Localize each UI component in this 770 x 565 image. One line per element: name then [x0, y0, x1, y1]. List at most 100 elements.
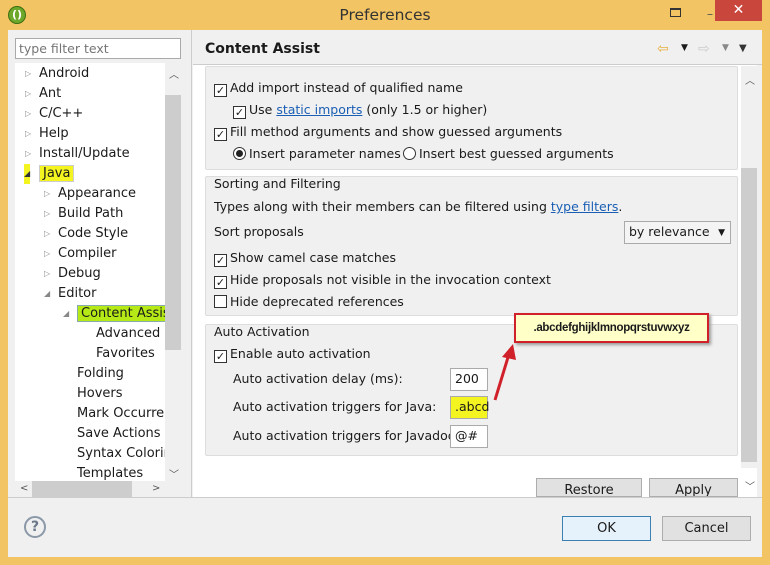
java-triggers-input[interactable]: .abcd	[450, 396, 489, 419]
close-button[interactable]: ✕	[715, 0, 762, 21]
label: Show camel case matches	[230, 250, 396, 265]
splitter[interactable]	[191, 30, 192, 497]
content-scroll-thumb[interactable]	[741, 168, 757, 462]
scroll-up-icon[interactable]: ︿	[745, 72, 755, 87]
collapsed-triangle-icon[interactable]: ▷	[44, 224, 50, 244]
hide-not-visible-checkbox[interactable]: ✓ Hide proposals not visible in the invoc…	[214, 272, 551, 289]
scroll-up-icon[interactable]: ︿	[169, 66, 179, 81]
collapsed-triangle-icon[interactable]: ▷	[44, 244, 50, 264]
help-icon[interactable]: ?	[24, 516, 46, 538]
label: Add import instead of qualified name	[230, 80, 463, 95]
expanded-triangle-icon[interactable]: ◢	[44, 284, 50, 304]
scroll-down-icon[interactable]: ﹀	[745, 478, 755, 493]
maximize-icon	[669, 8, 681, 17]
scroll-left-icon[interactable]: <	[20, 483, 28, 494]
tree-item-save-actions[interactable]: Save Actions	[77, 424, 161, 444]
tree-item-folding[interactable]: Folding	[77, 364, 124, 384]
tree-item-label: C/C++	[39, 106, 84, 121]
label: Fill method arguments and show guessed a…	[230, 124, 563, 139]
delay-label: Auto activation delay (ms):	[233, 371, 403, 386]
tree-item-label: Folding	[77, 366, 124, 381]
camel-case-checkbox[interactable]: ✓ Show camel case matches	[214, 250, 396, 267]
expanded-triangle-icon[interactable]: ◢	[63, 304, 69, 324]
tree-item-debug[interactable]: ▷ Debug	[44, 264, 101, 284]
expanded-triangle-icon[interactable]: ◢	[24, 164, 31, 184]
tree-scroll-thumb[interactable]	[165, 95, 181, 350]
tree-item-android[interactable]: ▷ Android	[25, 64, 90, 84]
tree-item-hovers[interactable]: Hovers	[77, 384, 123, 404]
collapsed-triangle-icon[interactable]: ▷	[25, 124, 31, 144]
label: Enable auto activation	[230, 346, 371, 361]
arrow-head	[502, 344, 516, 360]
checkbox-checked-icon: ✓	[214, 84, 227, 97]
tree-item-ant[interactable]: ▷ Ant	[25, 84, 62, 104]
collapsed-triangle-icon[interactable]: ▷	[25, 144, 31, 164]
tree-hscroll-thumb[interactable]	[32, 481, 132, 497]
restore-defaults-button[interactable]: Restore Defaults	[536, 478, 642, 497]
label: .	[618, 199, 623, 214]
type-filters-description: Types along with their members can be fi…	[214, 199, 622, 215]
label: Hide proposals not visible in the invoca…	[230, 272, 551, 287]
tree-item-mark-occurren[interactable]: Mark Occurren	[77, 404, 172, 424]
tree-item-java[interactable]: ◢ Java	[24, 164, 75, 184]
java-triggers-label: Auto activation triggers for Java:	[233, 399, 437, 414]
tree-item-install-update[interactable]: ▷ Install/Update	[25, 144, 130, 164]
forward-menu-chevron-icon[interactable]: ▼	[722, 43, 729, 53]
label: (only 1.5 or higher)	[362, 102, 488, 117]
tree-item-compiler[interactable]: ▷ Compiler	[44, 244, 117, 264]
tree-item-label: Code Style	[58, 226, 129, 241]
tree-item-code-style[interactable]: ▷ Code Style	[44, 224, 129, 244]
tree-item-label: Advanced	[96, 326, 161, 341]
scroll-down-icon[interactable]: ﹀	[169, 466, 179, 481]
back-menu-chevron-icon[interactable]: ▼	[681, 43, 688, 53]
tree-item-favorites[interactable]: Favorites	[96, 344, 155, 364]
filter-input[interactable]	[15, 38, 181, 59]
enable-auto-activation-checkbox[interactable]: ✓ Enable auto activation	[214, 346, 371, 363]
tree-item-build-path[interactable]: ▷ Build Path	[44, 204, 124, 224]
label: Hide deprecated references	[230, 294, 404, 309]
page-title: Content Assist	[205, 41, 320, 57]
forward-arrow-icon[interactable]: ⇨	[698, 41, 710, 57]
javadoc-triggers-input[interactable]: @#	[450, 425, 488, 448]
tree-item-editor[interactable]: ◢ Editor	[44, 284, 97, 304]
collapsed-triangle-icon[interactable]: ▷	[25, 84, 31, 104]
preference-tree: ▷ Android ▷ Ant ▷ C/C++ ▷ Help ▷ Install/Update ◢ J…	[15, 63, 181, 497]
tree-item-content-assist[interactable]: ◢ Content Assist	[63, 304, 179, 324]
tree-item-label: Help	[39, 126, 69, 141]
add-import-checkbox[interactable]: ✓ Add import instead of qualified name	[214, 80, 463, 97]
fill-arguments-checkbox[interactable]: ✓ Fill method arguments and show guessed …	[214, 124, 562, 141]
static-imports-link[interactable]: static imports	[276, 102, 362, 117]
tree-item-label: Java	[39, 165, 75, 182]
ok-button[interactable]: OK	[562, 516, 651, 541]
maximize-button[interactable]	[665, 4, 685, 22]
static-imports-checkbox[interactable]: ✓ Use static imports (only 1.5 or higher)	[233, 102, 487, 119]
tree-item-c-c-[interactable]: ▷ C/C++	[25, 104, 84, 124]
tree-item-help[interactable]: ▷ Help	[25, 124, 69, 144]
back-arrow-icon[interactable]: ⇦	[657, 41, 669, 57]
sort-proposals-select[interactable]: by relevance ▼	[624, 221, 731, 244]
apply-button[interactable]: Apply	[649, 478, 738, 497]
collapsed-triangle-icon[interactable]: ▷	[25, 104, 31, 124]
collapsed-triangle-icon[interactable]: ▷	[44, 184, 50, 204]
cancel-button[interactable]: Cancel	[662, 516, 751, 541]
scroll-right-icon[interactable]: >	[152, 483, 160, 494]
tree-item-appearance[interactable]: ▷ Appearance	[44, 184, 136, 204]
collapsed-triangle-icon[interactable]: ▷	[44, 264, 50, 284]
view-menu-icon[interactable]: ▼	[739, 43, 747, 54]
insert-best-guessed-radio[interactable]: Insert best guessed arguments	[403, 146, 614, 162]
chevron-down-icon: ▼	[718, 228, 725, 238]
tree-item-advanced[interactable]: Advanced	[96, 324, 160, 344]
collapsed-triangle-icon[interactable]: ▷	[25, 64, 31, 84]
arrow-shaft	[493, 353, 511, 401]
hide-deprecated-checkbox[interactable]: Hide deprecated references	[214, 294, 404, 310]
tree-item-label: Android	[39, 66, 90, 81]
delay-input[interactable]: 200	[450, 368, 488, 391]
tree-item-label: Build Path	[58, 206, 124, 221]
tree-item-label: Editor	[58, 286, 97, 301]
type-filters-link[interactable]: type filters	[551, 199, 619, 214]
insert-parameter-names-radio[interactable]: Insert parameter names	[233, 146, 401, 162]
tree-item-label: Ant	[39, 86, 62, 101]
label: Insert parameter names	[249, 146, 401, 161]
checkbox-checked-icon: ✓	[214, 254, 227, 267]
collapsed-triangle-icon[interactable]: ▷	[44, 204, 50, 224]
